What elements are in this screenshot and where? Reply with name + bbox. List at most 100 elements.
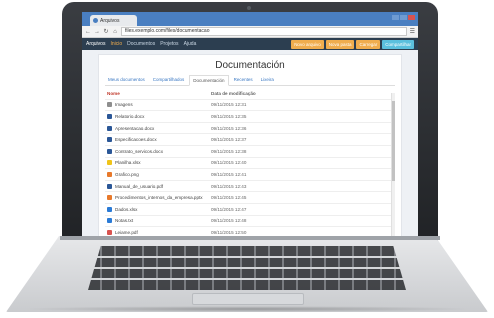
- subtab-bar: Meus documentos Compartilhados Documentaci…: [105, 75, 395, 86]
- file-date: 09/11/2015 12:48: [211, 218, 247, 224]
- folder-icon: [107, 102, 112, 108]
- table-scrollbar[interactable]: [391, 93, 395, 239]
- main-content: Documentación Meus documentos Compartilha…: [98, 54, 402, 246]
- minimize-icon[interactable]: [392, 15, 399, 20]
- file-name[interactable]: Apresentacao.docx: [115, 126, 154, 131]
- page-title: Documentación: [215, 60, 285, 71]
- file-table: Nome Data de modificação Imagens 09/11/20…: [105, 88, 395, 239]
- word-icon: [107, 125, 112, 131]
- file-name[interactable]: Imagens: [115, 102, 133, 107]
- forward-icon[interactable]: →: [94, 29, 100, 35]
- file-name[interactable]: Relatorio.docx: [115, 114, 144, 119]
- word-icon: [107, 183, 112, 189]
- nav-link-inicio[interactable]: Inicio: [110, 41, 122, 47]
- word-icon: [107, 137, 112, 143]
- home-icon[interactable]: ⌂: [112, 29, 118, 35]
- menu-icon[interactable]: ☰: [410, 28, 415, 35]
- nav-link-ajuda[interactable]: Ajuda: [184, 41, 197, 47]
- file-name[interactable]: Manual_de_usuario.pdf: [115, 184, 163, 189]
- file-date: 09/11/2015 12:35: [211, 113, 247, 119]
- table-row[interactable]: Procedimentos_internos_da_empresa.pptx 09…: [105, 192, 395, 204]
- app-brand[interactable]: Arquivos: [86, 41, 105, 47]
- nav-button-2[interactable]: Carregar: [356, 39, 381, 49]
- file-name-cell[interactable]: Contrato_servicos.docx: [105, 148, 211, 154]
- table-row[interactable]: Dados.xlsx 09/11/2015 12:47: [105, 204, 395, 216]
- table-row[interactable]: Manual_de_usuario.pdf 09/11/2015 12:43: [105, 181, 395, 193]
- file-name-cell[interactable]: Apresentacao.docx: [105, 125, 211, 131]
- keyboard: [88, 246, 406, 290]
- table-row[interactable]: Planilha.xlsx 09/11/2015 12:40: [105, 158, 395, 170]
- nav-button-3[interactable]: Compartilhar: [382, 39, 414, 49]
- file-name-cell[interactable]: Manual_de_usuario.pdf: [105, 183, 211, 189]
- nav-link-documentos[interactable]: Documentos: [127, 41, 155, 47]
- table-row[interactable]: Grafico.png 09/11/2015 12:41: [105, 169, 395, 181]
- table-row[interactable]: Imagens 09/11/2015 12:31: [105, 100, 395, 112]
- file-name[interactable]: Especificacoes.docx: [115, 137, 157, 142]
- window-controls: [392, 15, 415, 20]
- nav-button-0[interactable]: Novo arquivo: [291, 39, 324, 49]
- laptop-shadow: [20, 306, 474, 312]
- nav-button-1[interactable]: Nova pasta: [325, 39, 355, 49]
- pdf-icon: [107, 229, 112, 235]
- table-header: Nome Data de modificação: [105, 88, 395, 100]
- file-name-cell[interactable]: Grafico.png: [105, 171, 211, 177]
- subtab-0[interactable]: Meus documentos: [105, 75, 148, 85]
- word-icon: [107, 113, 112, 119]
- file-date: 09/11/2015 12:37: [211, 137, 247, 143]
- file-name[interactable]: Contrato_servicos.docx: [115, 149, 163, 154]
- table-row[interactable]: Notas.txt 09/11/2015 12:48: [105, 216, 395, 228]
- file-date: 09/11/2015 12:38: [211, 148, 247, 154]
- file-date: 09/11/2015 12:50: [211, 229, 247, 235]
- file-name-cell[interactable]: Relatorio.docx: [105, 113, 211, 119]
- file-name[interactable]: Planilha.xlsx: [115, 160, 141, 165]
- file-name-cell[interactable]: Especificacoes.docx: [105, 137, 211, 143]
- file-name-cell[interactable]: Notas.txt: [105, 218, 211, 224]
- table-row[interactable]: Contrato_servicos.docx 09/11/2015 12:38: [105, 146, 395, 158]
- table-row[interactable]: Apresentacao.docx 09/11/2015 12:36: [105, 123, 395, 135]
- subtab-3[interactable]: Recentes: [231, 75, 256, 85]
- file-date: 09/11/2015 12:45: [211, 195, 247, 201]
- file-name-cell[interactable]: Imagens: [105, 102, 211, 108]
- file-date: 09/11/2015 12:41: [211, 171, 247, 177]
- laptop-hinge: [60, 236, 440, 240]
- word-icon: [107, 148, 112, 154]
- file-name[interactable]: Grafico.png: [115, 172, 139, 177]
- back-icon[interactable]: ←: [85, 29, 91, 35]
- close-icon[interactable]: [408, 15, 415, 20]
- subtab-2[interactable]: Documentación: [189, 75, 229, 86]
- trackpad: [192, 293, 304, 305]
- subtab-1[interactable]: Compartilhados: [150, 75, 188, 85]
- header-name[interactable]: Nome: [105, 91, 211, 96]
- header-date[interactable]: Data de modificação: [211, 91, 395, 96]
- browser-tab[interactable]: Arquivos: [90, 15, 137, 26]
- reload-icon[interactable]: ↻: [103, 28, 109, 35]
- folder-icon: [107, 160, 112, 166]
- subtab-4[interactable]: Lixeira: [258, 75, 277, 85]
- file-date: 09/11/2015 12:31: [211, 102, 247, 108]
- webcam-icon: [247, 6, 251, 10]
- file-date: 09/11/2015 12:43: [211, 183, 247, 189]
- file-name[interactable]: Leiame.pdf: [115, 230, 138, 235]
- scrollbar-thumb[interactable]: [392, 101, 395, 181]
- table-row[interactable]: Especificacoes.docx 09/11/2015 12:37: [105, 134, 395, 146]
- file-name-cell[interactable]: Planilha.xlsx: [105, 160, 211, 166]
- table-row[interactable]: Relatorio.docx 09/11/2015 12:35: [105, 111, 395, 123]
- file-name[interactable]: Procedimentos_internos_da_empresa.pptx: [115, 195, 203, 200]
- file-name[interactable]: Notas.txt: [115, 218, 133, 223]
- file-name-cell[interactable]: Leiame.pdf: [105, 229, 211, 235]
- nav-link-projetos[interactable]: Projetos: [160, 41, 178, 47]
- file-name[interactable]: Dados.xlsx: [115, 207, 137, 212]
- slides-icon: [107, 195, 112, 201]
- sheet-icon: [107, 206, 112, 212]
- doc-icon: [107, 218, 112, 224]
- maximize-icon[interactable]: [400, 15, 407, 20]
- laptop-screen: Arquivos ← → ↻ ⌂ files.exemplo.com/files…: [82, 12, 418, 246]
- image-icon: [107, 171, 112, 177]
- file-date: 09/11/2015 12:36: [211, 125, 247, 131]
- tab-title: Arquivos: [100, 17, 120, 24]
- address-bar[interactable]: files.exemplo.com/files/documentacao: [121, 27, 407, 36]
- file-date: 09/11/2015 12:47: [211, 206, 247, 212]
- file-name-cell[interactable]: Dados.xlsx: [105, 206, 211, 212]
- file-name-cell[interactable]: Procedimentos_internos_da_empresa.pptx: [105, 195, 211, 201]
- favicon-icon: [93, 18, 98, 23]
